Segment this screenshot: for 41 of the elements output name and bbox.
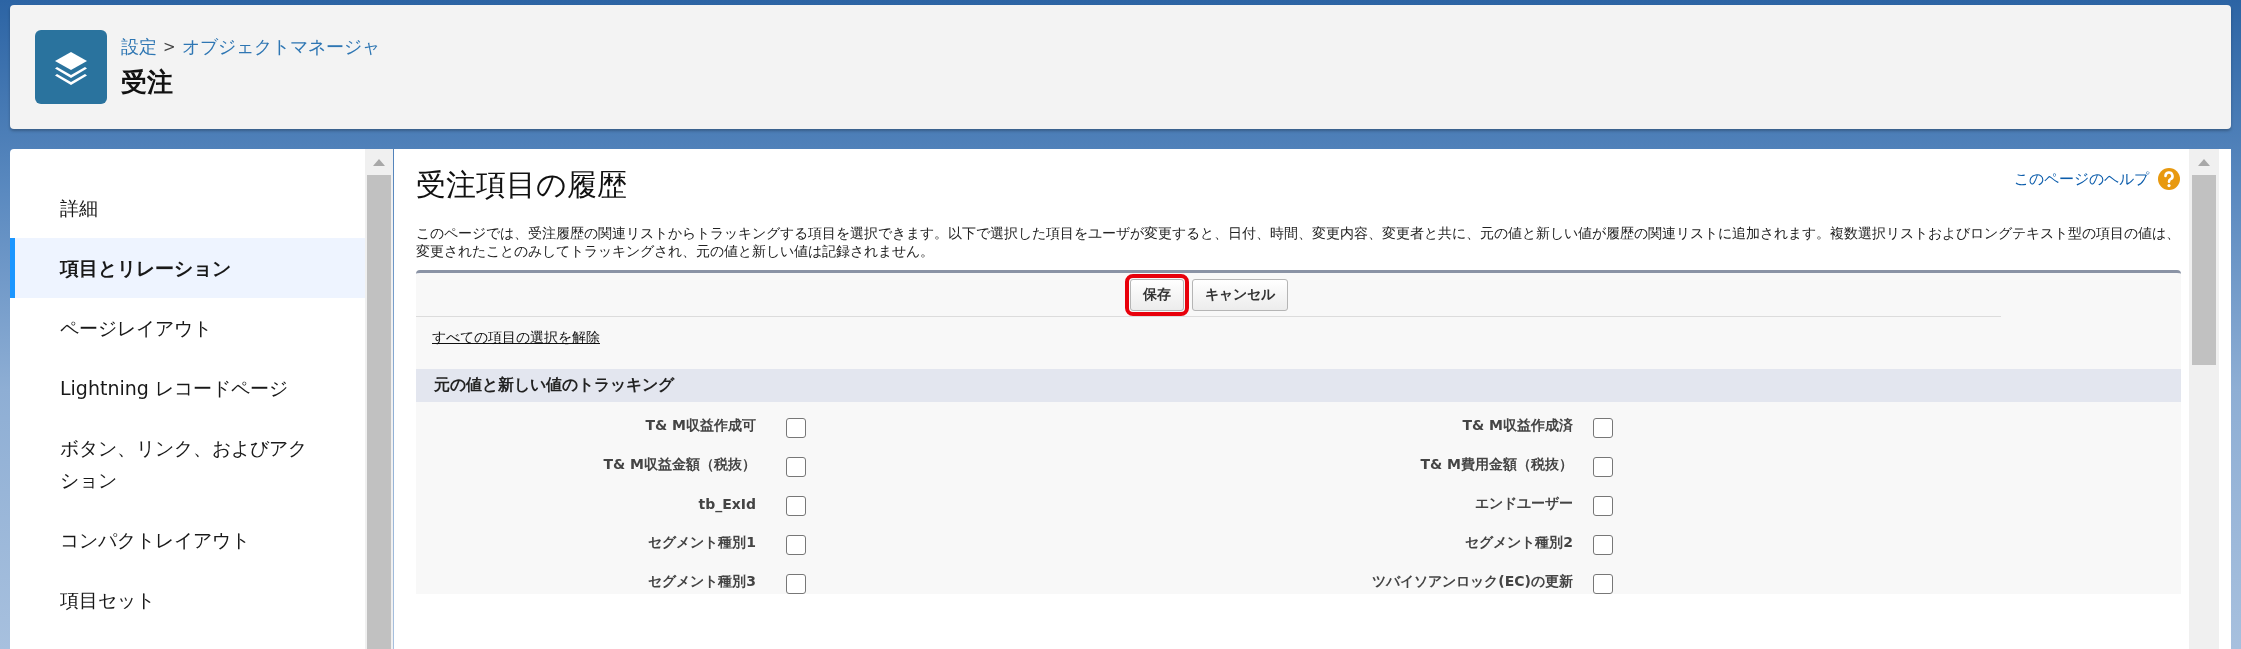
sidebar-item[interactable]: ページレイアウト [10,298,365,358]
cancel-button[interactable]: キャンセル [1191,279,1288,311]
checkbox[interactable] [786,457,806,477]
sidebar-item[interactable]: 項目セット [10,570,365,630]
field-label: ツバイソアンロック(EC)の更新 [1371,573,1573,591]
breadcrumb-link[interactable]: 設定 [121,34,157,59]
object-title: 受注 [121,65,174,99]
field-label: T& M収益作成済 [1461,417,1573,435]
field-label: T& M収益金額（税抜） [602,456,756,474]
sidebar-item[interactable]: コンパクトレイアウト [10,510,365,570]
help-icon[interactable] [2157,167,2181,191]
scrollbar[interactable] [365,149,393,649]
breadcrumb-link[interactable]: オブジェクトマネージャ [181,34,380,59]
field-label: セグメント種別1 [647,534,756,552]
field-label: T& M費用金額（税抜） [1419,456,1573,474]
sidebar-item[interactable]: Lightning レコードページ [10,358,365,418]
checkbox[interactable] [1593,418,1613,438]
sidebar-item[interactable]: 項目とリレーション [10,238,365,298]
field-label: セグメント種別2 [1464,534,1573,552]
checkbox[interactable] [1593,535,1613,555]
field-label: T& M収益作成可 [644,417,756,435]
checkbox[interactable] [1593,574,1613,594]
checkbox[interactable] [786,418,806,438]
section-header: 元の値と新しい値のトラッキング [416,369,2181,402]
description-text: このページでは、受注履歴の関連リストからトラッキングする項目を選択できます。以下で選択した項目をユーザが変更すると、日付、時間、変更内容、変更者と共に、元の値と新しい値が履歴の関連リストに追加されます。複数選択リストおよびロングテキスト型の項目の値は、変更されたことのみしてトラッキングされ、元の値と新しい値は記録されません。 [416,224,2181,260]
scrollbar[interactable] [2189,149,2219,649]
checkbox[interactable] [786,574,806,594]
field-label: tb_ExId [697,496,756,512]
field-label: エンドユーザー [1474,495,1573,513]
field-label: セグメント種別3 [647,573,756,591]
deselect-all-link[interactable]: すべての項目の選択を解除 [432,329,600,345]
checkbox[interactable] [786,535,806,555]
help-link[interactable]: このページのヘルプ [2014,169,2149,189]
sidebar-item[interactable]: ボタン、リンク、およびアクション [10,418,365,510]
page-title: 受注項目の履歴 [416,166,627,204]
breadcrumb-separator: > [163,37,176,56]
checkbox[interactable] [1593,496,1613,516]
sidebar-item[interactable]: 詳細 [10,178,365,238]
checkbox[interactable] [1593,457,1613,477]
layers-icon [35,30,107,104]
checkbox[interactable] [786,496,806,516]
